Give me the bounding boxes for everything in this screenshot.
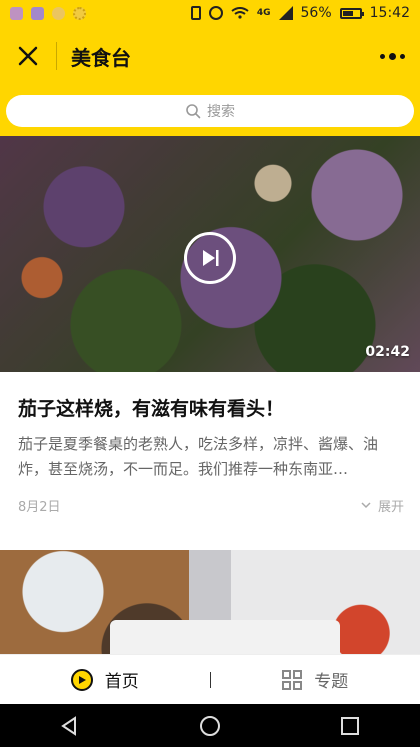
notification-icons (10, 6, 86, 20)
search-placeholder: 搜索 (207, 104, 235, 120)
app-icon-3 (52, 6, 65, 20)
tab-topics-label: 专题 (314, 672, 349, 692)
video-thumbnail[interactable]: 02:42 (0, 136, 420, 372)
play-icon (203, 250, 219, 266)
back-icon (61, 715, 76, 736)
app-icon-1 (10, 6, 23, 20)
tab-home-label: 首页 (104, 672, 139, 692)
wifi-icon (231, 7, 249, 19)
feed: 02:42 茄子这样烧，有滋有味有看头！ 茄子是夏季餐桌的老熟人，吃法多样，凉拌… (0, 136, 420, 654)
system-navigation-bar (0, 704, 420, 747)
article-meta: 8月2日 展开 (18, 494, 404, 516)
card-separator (0, 528, 420, 550)
back-button[interactable] (59, 715, 81, 737)
recents-button[interactable] (339, 715, 361, 737)
tab-home[interactable]: 首页 (0, 667, 210, 692)
app-icon-2 (31, 6, 44, 20)
plate-graphic (110, 620, 340, 654)
network-label: 4G (256, 7, 271, 18)
topics-icon (282, 669, 303, 690)
signal-icon (278, 6, 293, 20)
article-description: 茄子是夏季餐桌的老熟人，吃法多样，凉拌、酱爆、油炸，甚至烧汤，不一而足。我们推荐… (18, 435, 379, 478)
expand-button[interactable]: 展开 (360, 496, 404, 515)
more-icon-dot (399, 53, 405, 59)
play-button[interactable] (184, 232, 236, 284)
close-icon (18, 46, 38, 66)
battery-icon (339, 7, 364, 19)
search-icon (186, 104, 201, 119)
more-button[interactable] (374, 40, 410, 72)
battery-percent: 56% (300, 5, 332, 21)
close-button[interactable] (0, 26, 56, 86)
app-icon-4 (73, 6, 86, 20)
next-card-image[interactable] (0, 550, 420, 654)
search-bar-container: 搜索 (0, 86, 420, 136)
article-date: 8月2日 (18, 499, 61, 515)
system-icons: 4G 56% 15:42 (190, 5, 410, 21)
expand-label: 展开 (377, 499, 404, 515)
article-title[interactable]: 茄子这样烧，有滋有味有看头！ (18, 394, 284, 421)
home-icon (70, 668, 93, 691)
home-circle-icon (200, 715, 220, 736)
vibrate-icon (190, 6, 201, 20)
chevron-down-icon (361, 502, 371, 509)
bottom-navigation: 首页 专题 (0, 654, 420, 704)
header-divider (56, 42, 57, 70)
video-duration: 02:42 (365, 344, 410, 360)
home-button[interactable] (199, 715, 221, 737)
status-bar: 4G 56% 15:42 (0, 0, 420, 26)
app-header: 美食台 (0, 26, 420, 86)
page-title: 美食台 (71, 45, 131, 70)
more-icon-dot (388, 52, 396, 60)
recents-icon (341, 716, 359, 735)
more-icon-dot (379, 53, 385, 59)
alarm-icon (208, 6, 223, 20)
search-input[interactable]: 搜索 (6, 95, 414, 127)
clock: 15:42 (369, 5, 410, 21)
tab-topics[interactable]: 专题 (211, 667, 420, 692)
